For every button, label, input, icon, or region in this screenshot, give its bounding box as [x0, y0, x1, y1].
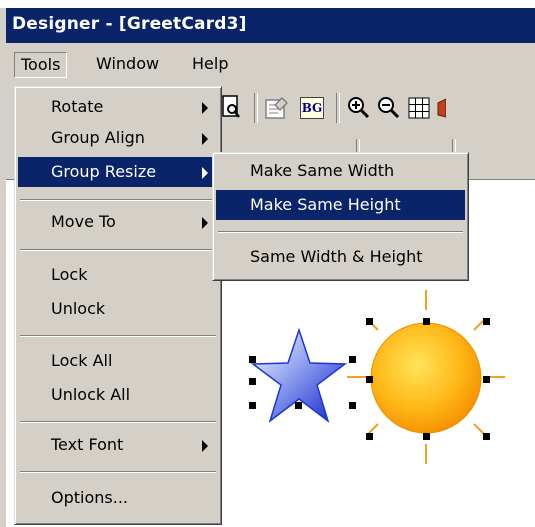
menu-separator: [20, 335, 216, 337]
menu-item-text-font[interactable]: Text Font: [18, 430, 218, 460]
menu-item-label: Group Resize: [51, 162, 157, 181]
menu-item-label: Same Width & Height: [250, 247, 423, 266]
menu-item-label: Lock: [51, 265, 88, 284]
menu-item-group-align[interactable]: Group Align: [18, 123, 218, 153]
menu-item-label: Lock All: [51, 351, 113, 370]
menu-tools[interactable]: Tools: [14, 52, 68, 78]
menu-item-unlock[interactable]: Unlock: [18, 294, 218, 324]
menu-separator: [20, 471, 216, 473]
menu-window[interactable]: Window: [90, 52, 165, 78]
menu-item-label: Unlock All: [51, 385, 131, 404]
submenu-arrow-icon: [202, 102, 208, 114]
menu-item-options[interactable]: Options...: [18, 483, 218, 513]
menu-item-unlock-all[interactable]: Unlock All: [18, 380, 218, 410]
menu-item-group-resize[interactable]: Group Resize: [18, 157, 218, 187]
menu-item-lock-all[interactable]: Lock All: [18, 346, 218, 376]
group-resize-submenu: Make Same Width Make Same Height Same Wi…: [212, 152, 469, 281]
menu-help[interactable]: Help: [186, 52, 234, 78]
menu-separator: [20, 249, 216, 251]
menu-bar: Tools Window Help: [6, 43, 535, 86]
submenu-arrow-icon: [202, 133, 208, 145]
submenu-arrow-icon: [202, 440, 208, 452]
properties-icon[interactable]: [264, 95, 290, 121]
menu-separator: [218, 231, 463, 233]
menu-item-label: Options...: [51, 488, 128, 507]
menu-item-lock[interactable]: Lock: [18, 260, 218, 290]
toolbar-separator: [336, 93, 340, 123]
zoom-out-icon[interactable]: [376, 95, 402, 121]
menu-item-label: Make Same Width: [250, 161, 395, 180]
background-icon[interactable]: BG: [300, 97, 324, 119]
menu-separator: [20, 421, 216, 423]
menu-item-label: Group Align: [51, 128, 145, 147]
zoom-in-icon[interactable]: [346, 95, 372, 121]
submenu-arrow-icon: [202, 217, 208, 229]
tools-menu: Rotate Group Align Group Resize Move To …: [14, 86, 222, 525]
menu-item-same-width-height[interactable]: Same Width & Height: [216, 242, 465, 272]
menu-separator: [20, 199, 216, 201]
grid-icon[interactable]: [408, 97, 430, 119]
print-preview-icon[interactable]: [222, 95, 242, 119]
menu-item-label: Make Same Height: [250, 195, 401, 214]
menu-item-label: Unlock: [51, 299, 106, 318]
menu-item-label: Rotate: [51, 97, 104, 116]
menu-item-label: Text Font: [51, 435, 124, 454]
menu-item-move-to[interactable]: Move To: [18, 207, 218, 237]
menu-item-label: Move To: [51, 212, 116, 231]
menu-item-make-same-width[interactable]: Make Same Width: [216, 156, 465, 186]
toolbar-separator: [254, 93, 258, 123]
title-bar: Designer - [GreetCard3]: [6, 8, 535, 43]
menu-item-make-same-height[interactable]: Make Same Height: [216, 190, 465, 220]
submenu-arrow-icon: [202, 167, 208, 179]
paint-icon[interactable]: [436, 97, 446, 121]
menu-item-rotate[interactable]: Rotate: [18, 92, 218, 122]
window-title: Designer - [GreetCard3]: [12, 14, 247, 34]
